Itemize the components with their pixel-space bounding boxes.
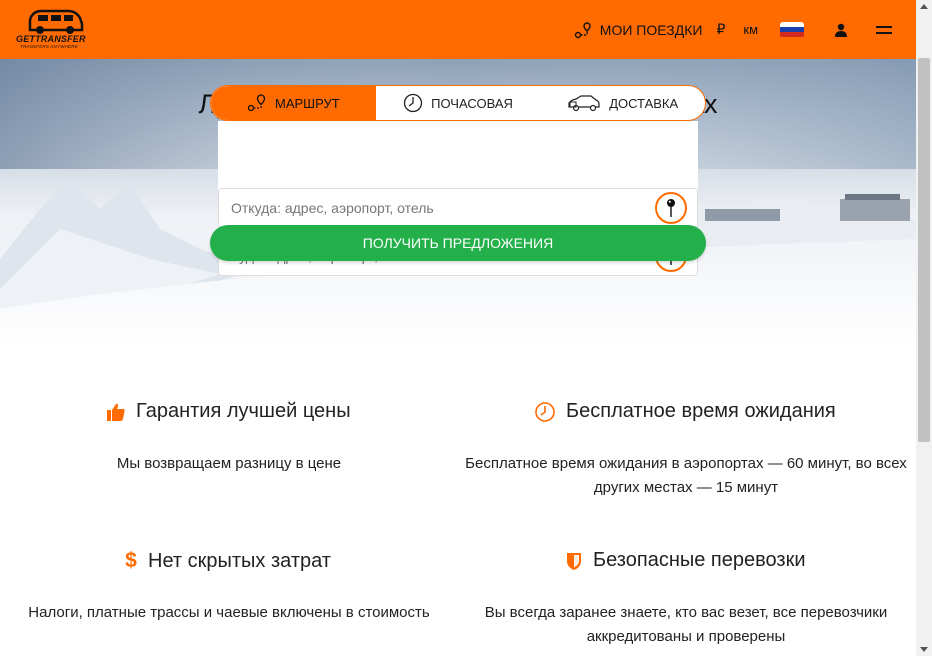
- feature-safe-transport-title: Безопасные перевозки: [565, 549, 806, 572]
- hamburger-menu-icon[interactable]: [876, 25, 892, 34]
- shield-icon: [567, 552, 581, 570]
- tab-route-label: МАРШРУТ: [275, 95, 340, 111]
- russia-flag-icon[interactable]: [780, 21, 804, 38]
- feature-best-price-text: Мы возвращаем разницу в цене: [116, 455, 342, 472]
- service-tabs: МАРШРУТ ПОЧАСОВАЯ ДОСТАВКА: [210, 85, 706, 121]
- van-logo-icon: [28, 9, 84, 34]
- units-selector[interactable]: км: [743, 22, 758, 37]
- my-trips-label: МОИ ПОЕЗДКИ: [599, 21, 703, 38]
- feature-best-price-label: Гарантия лучшей цены: [136, 400, 351, 422]
- scroll-down-arrow-icon[interactable]: [920, 647, 928, 652]
- route-icon: [574, 21, 591, 38]
- tab-delivery-label: ДОСТАВКА: [609, 95, 679, 111]
- logo-text: GETTRANSFER: [16, 34, 86, 44]
- feature-best-price-title: Гарантия лучшей цены: [106, 400, 351, 423]
- feature-no-hidden-costs-label: Нет скрытых затрат: [148, 549, 331, 572]
- feature-free-waiting-text: Бесплатное время ожидания в аэропортах —…: [465, 455, 907, 496]
- logo[interactable]: GETTRANSFER TRANSFERS ANYWHERE: [16, 8, 88, 50]
- user-icon[interactable]: [834, 23, 848, 37]
- feature-safe-transport-label: Безопасные перевозки: [593, 549, 806, 571]
- from-input[interactable]: [219, 200, 655, 216]
- feature-free-waiting-title: Бесплатное время ожидания: [534, 400, 836, 423]
- from-field: [218, 188, 698, 228]
- clock-icon: [403, 93, 423, 113]
- top-nav: МОИ ПОЕЗДКИ ₽ км: [574, 0, 892, 59]
- header: GETTRANSFER TRANSFERS ANYWHERE МОИ ПОЕЗД…: [0, 0, 916, 59]
- get-offers-button[interactable]: ПОЛУЧИТЬ ПРЕДЛОЖЕНИЯ: [210, 225, 706, 261]
- tab-hourly-label: ПОЧАСОВАЯ: [431, 95, 513, 111]
- logo-tagline: TRANSFERS ANYWHERE: [20, 44, 78, 49]
- feature-no-hidden-costs-title: $ Нет скрытых затрат: [124, 549, 331, 573]
- feature-no-hidden-costs-text: Налоги, платные трассы и чаевые включены…: [28, 604, 430, 621]
- feature-free-waiting-label: Бесплатное время ожидания: [566, 400, 836, 422]
- tab-hourly[interactable]: ПОЧАСОВАЯ: [376, 86, 541, 120]
- route-icon: [247, 94, 266, 112]
- scrollbar[interactable]: [916, 0, 932, 656]
- scroll-up-arrow-icon[interactable]: [920, 4, 928, 9]
- delivery-car-icon: [568, 95, 600, 112]
- currency-selector[interactable]: ₽: [716, 21, 725, 38]
- clock-icon: [535, 401, 555, 422]
- tab-delivery[interactable]: ДОСТАВКА: [540, 86, 705, 120]
- my-trips-link[interactable]: МОИ ПОЕЗДКИ: [574, 21, 703, 39]
- feature-safe-transport-text: Вы всегда заранее знаете, кто вас везет,…: [484, 604, 888, 645]
- thumbs-up-icon: [107, 403, 125, 421]
- map-pin-from-icon[interactable]: [655, 192, 687, 224]
- dollar-icon: $: [125, 549, 137, 572]
- scroll-thumb[interactable]: [918, 58, 930, 442]
- tab-route[interactable]: МАРШРУТ: [211, 86, 376, 120]
